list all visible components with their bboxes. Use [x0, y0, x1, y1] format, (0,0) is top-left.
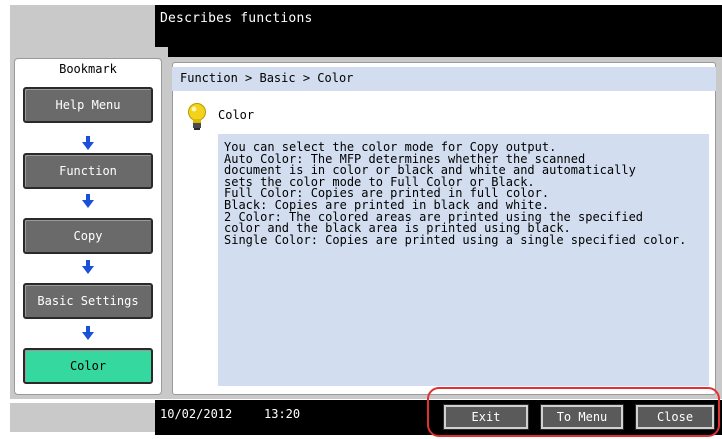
bookmark-function-button[interactable]: Function: [23, 153, 153, 189]
bookmark-color-button[interactable]: Color: [23, 348, 153, 384]
bookmark-copy-button[interactable]: Copy: [23, 218, 153, 254]
description-text: You can select the color mode for Copy o…: [224, 140, 687, 247]
footer-left-panel: [10, 403, 155, 432]
help-screen: Describes functions Bookmark Help Menu F…: [0, 0, 722, 439]
breadcrumb: Function > Basic > Color: [180, 71, 354, 85]
header-left-panel: [10, 5, 155, 47]
footer-time: 13:20: [264, 407, 301, 421]
bookmark-basic-settings-button[interactable]: Basic Settings: [23, 283, 153, 319]
bookmark-help-menu-button[interactable]: Help Menu: [23, 87, 153, 123]
lightbulb-icon: [188, 103, 206, 130]
item-title: Color: [218, 108, 255, 122]
to-menu-button[interactable]: To Menu: [540, 404, 624, 430]
arrow-down-icon: [82, 260, 94, 274]
bookmark-title: Bookmark: [59, 62, 117, 76]
header-title: Describes functions: [160, 11, 313, 26]
close-button[interactable]: Close: [635, 404, 715, 430]
arrow-down-icon: [82, 326, 94, 340]
arrow-down-icon: [82, 194, 94, 208]
exit-button[interactable]: Exit: [443, 404, 529, 430]
arrow-down-icon: [82, 136, 94, 150]
footer-date: 10/02/2012: [160, 407, 233, 421]
